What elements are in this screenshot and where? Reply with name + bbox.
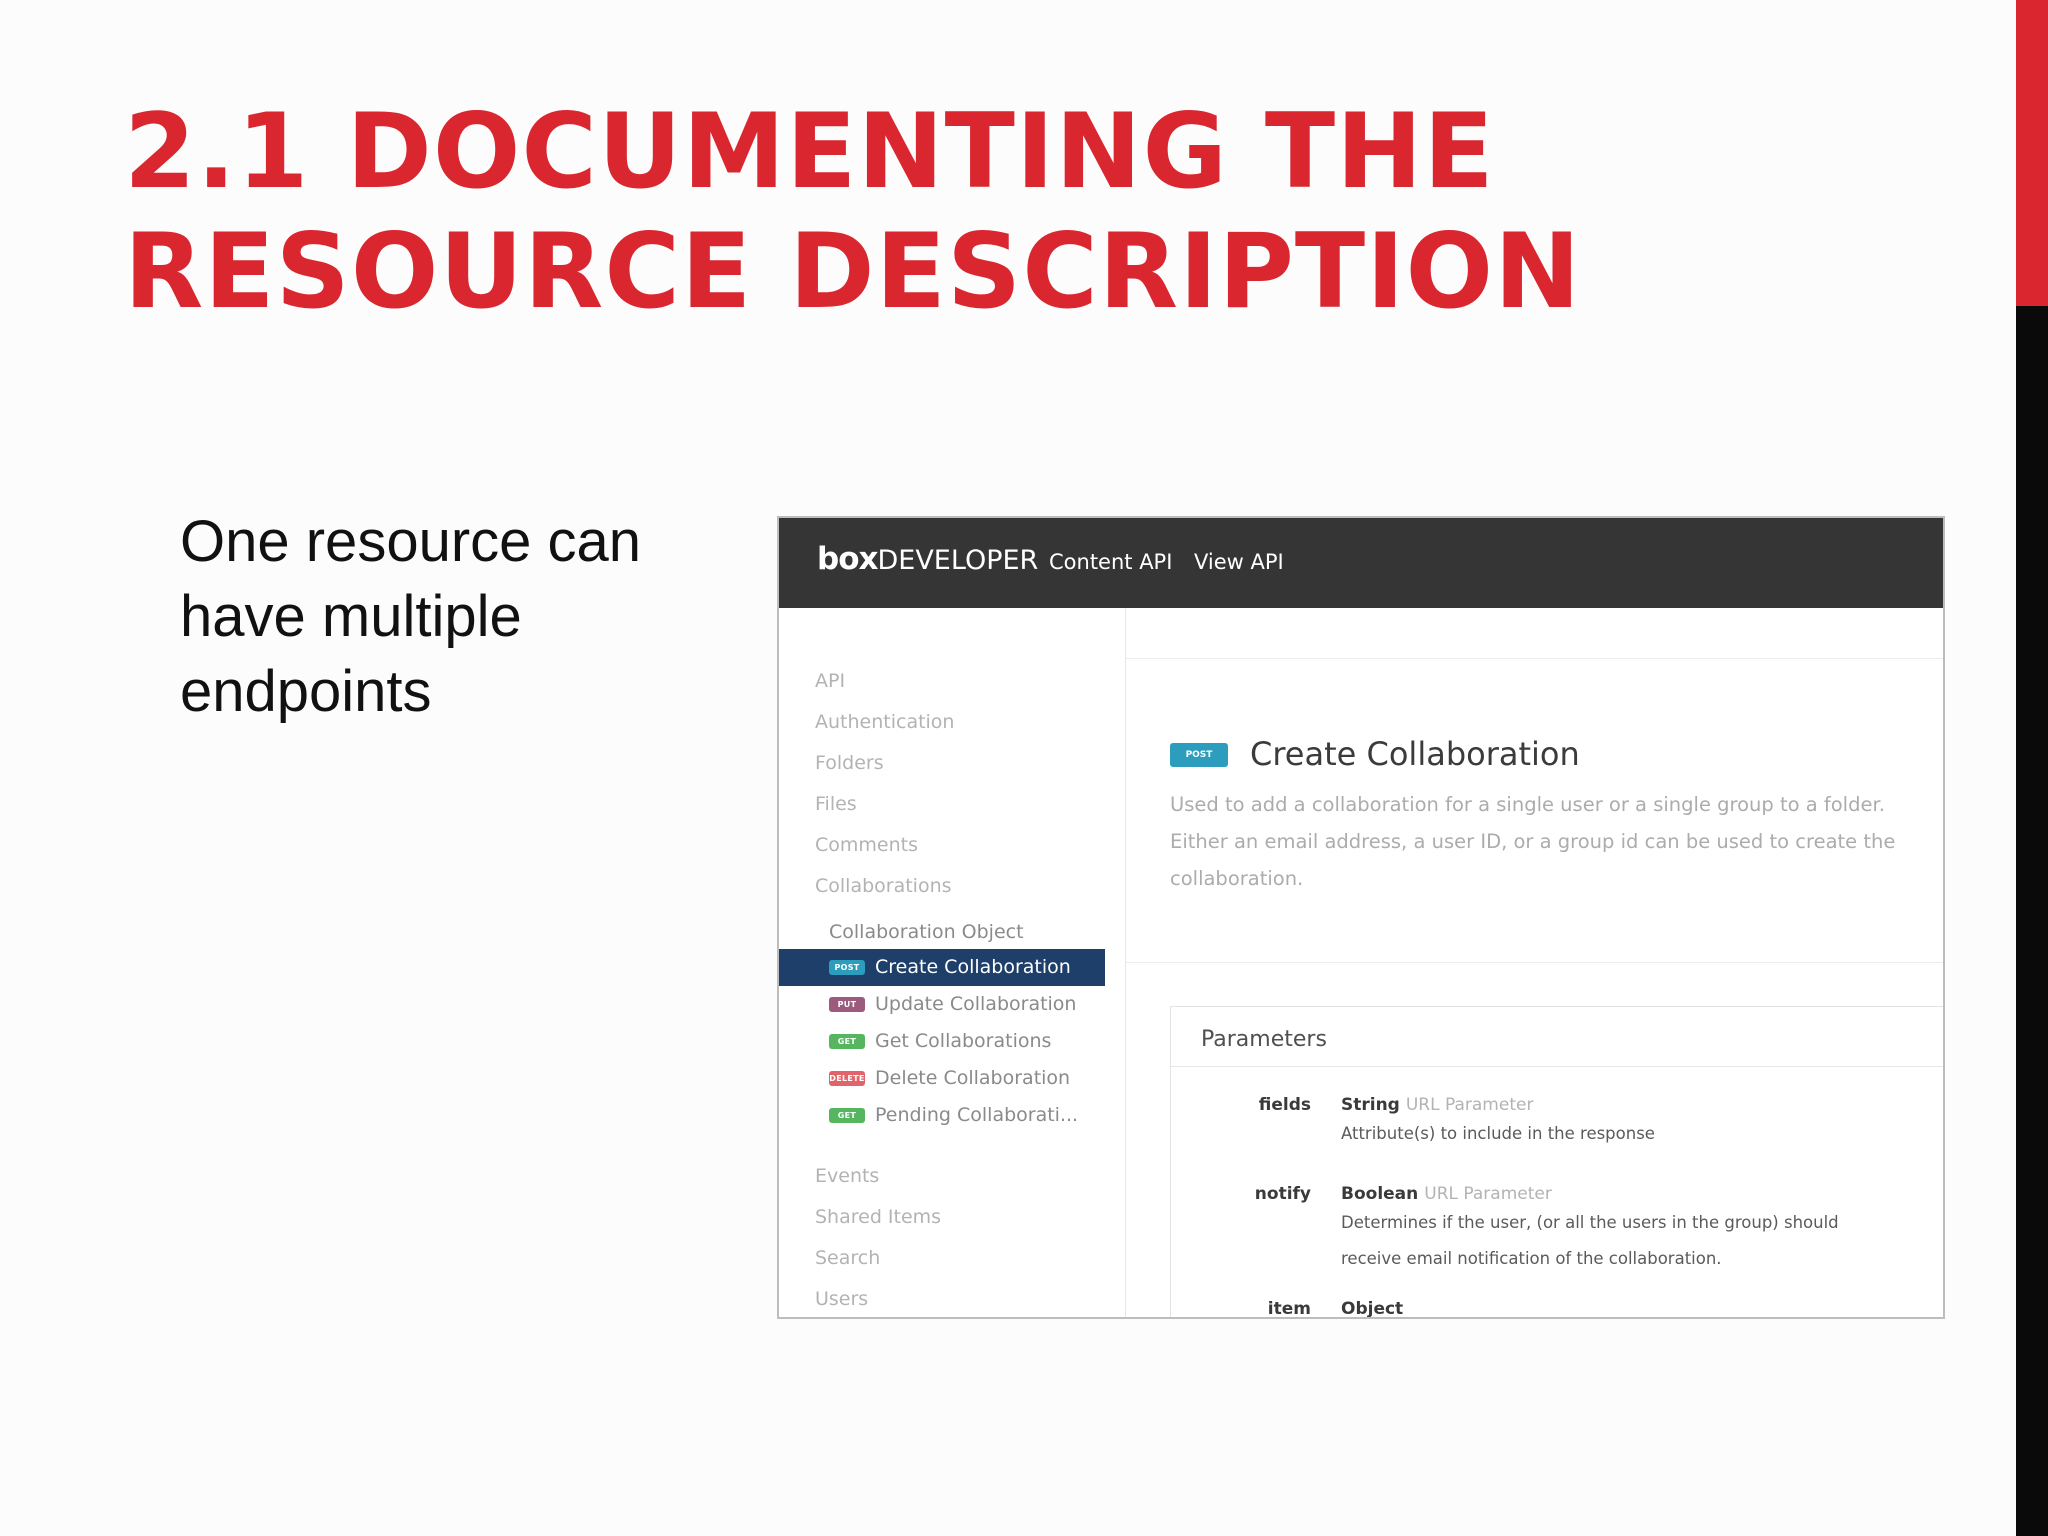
top-navigation-bar: boxDEVELOPER Content API View API bbox=[779, 518, 1943, 608]
sidebar-item-update-collaboration[interactable]: PUT Update Collaboration bbox=[779, 986, 1105, 1023]
param-type-label: String bbox=[1341, 1095, 1400, 1115]
endpoint-title: Create Collaboration bbox=[1250, 735, 1580, 773]
sidebar-item-label: Delete Collaboration bbox=[875, 1067, 1071, 1089]
embedded-screenshot: boxDEVELOPER Content API View API API Au… bbox=[777, 516, 1945, 1319]
sidebar-item-events[interactable]: Events bbox=[815, 1165, 879, 1187]
sidebar-item-label: Update Collaboration bbox=[875, 993, 1077, 1015]
param-name-notify: notify bbox=[1254, 1184, 1311, 1204]
sidebar-item-users[interactable]: Users bbox=[815, 1288, 868, 1310]
post-method-badge: POST bbox=[829, 960, 865, 975]
brand-developer-text: DEVELOPER bbox=[877, 545, 1039, 576]
divider bbox=[1126, 658, 1943, 659]
divider bbox=[1126, 962, 1943, 963]
slide-title-line-1: 2.1 DOCUMENTING THE bbox=[124, 92, 1495, 212]
parameters-heading: Parameters bbox=[1201, 1027, 1327, 1052]
sidebar-item-folders[interactable]: Folders bbox=[815, 752, 884, 774]
sidebar-item-label: Create Collaboration bbox=[875, 956, 1071, 978]
param-type-notify: Boolean URL Parameter bbox=[1341, 1184, 1552, 1204]
box-developer-logo[interactable]: boxDEVELOPER bbox=[817, 541, 1038, 577]
sidebar-item-collaborations[interactable]: Collaborations bbox=[815, 875, 952, 897]
param-description-notify: Determines if the user, (or all the user… bbox=[1341, 1213, 1839, 1268]
put-method-badge: PUT bbox=[829, 997, 865, 1012]
brand-box-text: box bbox=[817, 541, 878, 577]
endpoint-description: Used to add a collaboration for a single… bbox=[1170, 793, 1896, 890]
sidebar-item-files[interactable]: Files bbox=[815, 793, 857, 815]
sidebar-item-api[interactable]: API bbox=[815, 670, 845, 692]
sidebar-item-authentication[interactable]: Authentication bbox=[815, 711, 954, 733]
sidebar-item-create-collaboration[interactable]: POST Create Collaboration bbox=[779, 949, 1105, 986]
param-type-item: Object bbox=[1341, 1299, 1404, 1319]
accent-bar-black bbox=[2016, 306, 2048, 1536]
param-type-label: Boolean bbox=[1341, 1184, 1419, 1204]
sidebar-item-shared-items[interactable]: Shared Items bbox=[815, 1206, 941, 1228]
delete-method-badge: DELETE bbox=[829, 1071, 865, 1086]
bullet-text: One resource can have multiple endpoints bbox=[180, 509, 642, 724]
post-method-badge: POST bbox=[1170, 743, 1228, 767]
param-name-fields: fields bbox=[1258, 1095, 1311, 1115]
param-description-fields: Attribute(s) to include in the response bbox=[1341, 1124, 1655, 1143]
param-name-item: item bbox=[1267, 1299, 1311, 1319]
sidebar-item-label: Get Collaborations bbox=[875, 1030, 1052, 1052]
get-method-badge: GET bbox=[829, 1034, 865, 1049]
endpoint-content: POST Create Collaboration Used to add a … bbox=[1126, 608, 1943, 1317]
sidebar-item-comments[interactable]: Comments bbox=[815, 834, 918, 856]
slide-title: 2.1 DOCUMENTING THE RESOURCE DESCRIPTION bbox=[124, 92, 1581, 332]
param-kind-label: URL Parameter bbox=[1405, 1095, 1534, 1115]
sidebar-item-label: Pending Collaborati... bbox=[875, 1104, 1079, 1126]
accent-bar-red bbox=[2016, 0, 2048, 306]
slide-title-line-2: RESOURCE DESCRIPTION bbox=[124, 212, 1582, 332]
param-type-fields: String URL Parameter bbox=[1341, 1095, 1533, 1115]
sidebar-item-search[interactable]: Search bbox=[815, 1247, 880, 1269]
param-type-label: Object bbox=[1341, 1299, 1404, 1319]
sidebar-item-pending-collaborations[interactable]: GET Pending Collaborati... bbox=[779, 1097, 1105, 1134]
parameters-panel: Parameters fields String URL Parameter At… bbox=[1170, 1006, 1943, 1319]
get-method-badge: GET bbox=[829, 1108, 865, 1123]
nav-link-content-api[interactable]: Content API bbox=[1049, 550, 1172, 574]
divider bbox=[1171, 1066, 1943, 1067]
param-kind-label: URL Parameter bbox=[1424, 1184, 1552, 1204]
nav-link-view-api[interactable]: View API bbox=[1194, 550, 1284, 574]
sidebar: API Authentication Folders Files Comment… bbox=[779, 608, 1126, 1317]
sidebar-item-get-collaborations[interactable]: GET Get Collaborations bbox=[779, 1023, 1105, 1060]
sidebar-item-collaboration-object[interactable]: Collaboration Object bbox=[829, 921, 1024, 943]
sidebar-item-delete-collaboration[interactable]: DELETE Delete Collaboration bbox=[779, 1060, 1105, 1097]
